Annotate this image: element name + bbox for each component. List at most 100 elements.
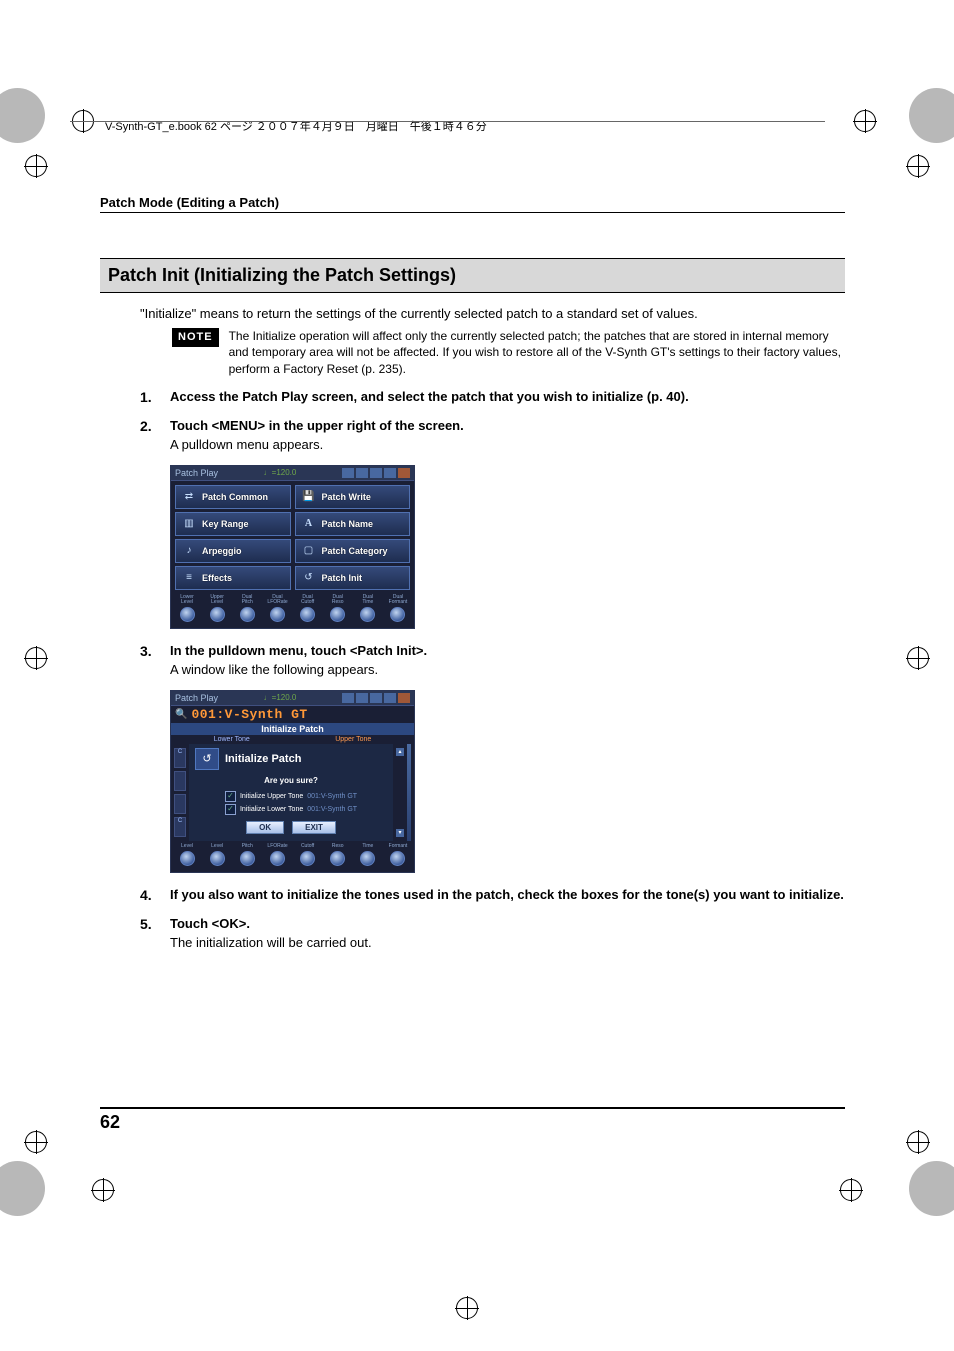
menu-arpeggio[interactable]: ♪Arpeggio xyxy=(175,539,291,563)
registration-mark xyxy=(907,155,929,177)
toolbar-icon[interactable] xyxy=(398,693,410,703)
tab-upper-tone[interactable]: Upper Tone xyxy=(293,735,415,744)
registration-mark xyxy=(907,647,929,669)
menu-effects[interactable]: ≡Effects xyxy=(175,566,291,590)
check-value: 001:V-Synth GT xyxy=(307,806,357,813)
checkbox-icon[interactable]: ✓ xyxy=(225,804,236,815)
toolbar-icon[interactable] xyxy=(398,468,410,478)
dialog-titlebar: Initialize Patch xyxy=(171,723,414,735)
dialog-panel: ↺ Initialize Patch Are you sure? ✓ Initi… xyxy=(189,744,393,841)
knob-dial[interactable] xyxy=(360,851,375,866)
registration-mark xyxy=(854,110,876,132)
knob-dial[interactable] xyxy=(240,851,255,866)
init-icon: ↺ xyxy=(195,748,219,770)
effects-icon: ≡ xyxy=(179,569,199,587)
knob-dial[interactable] xyxy=(270,851,285,866)
toolbar-icon[interactable] xyxy=(384,693,396,703)
scroll-up-icon[interactable]: ▴ xyxy=(396,748,404,756)
knob-dial[interactable] xyxy=(300,607,315,622)
menu-patch-write[interactable]: 💾Patch Write xyxy=(295,485,411,509)
tempo-display: ♩=120.0 xyxy=(264,693,297,703)
registration-mark xyxy=(25,1131,47,1153)
step-title: If you also want to initialize the tones… xyxy=(170,887,844,902)
sidebar-button[interactable] xyxy=(174,794,186,814)
intro-text: "Initialize" means to return the setting… xyxy=(140,305,845,323)
keyboard-icon: ▥ xyxy=(179,515,199,533)
menu-label: Patch Write xyxy=(322,492,371,502)
knob-dial[interactable] xyxy=(210,851,225,866)
step-title: Access the Patch Play screen, and select… xyxy=(170,389,689,404)
registration-mark xyxy=(456,1297,478,1319)
registration-mark xyxy=(25,647,47,669)
ok-button[interactable]: OK xyxy=(246,821,284,834)
check-row-lower[interactable]: ✓ Initialize Lower Tone 001:V-Synth GT xyxy=(195,804,387,815)
knob-dial[interactable] xyxy=(390,607,405,622)
step-4: 4. If you also want to initialize the to… xyxy=(140,885,845,906)
knob-dial[interactable] xyxy=(300,851,315,866)
note-text: The Initialize operation will affect onl… xyxy=(229,328,845,377)
knob-dial[interactable] xyxy=(330,607,345,622)
section-header: Patch Mode (Editing a Patch) xyxy=(100,195,845,213)
dialog-header: Initialize Patch xyxy=(225,753,301,765)
knob-dial[interactable] xyxy=(360,607,375,622)
arpeggio-icon: ♪ xyxy=(179,542,199,560)
knob-dial[interactable] xyxy=(180,851,195,866)
category-icon: ▢ xyxy=(299,542,319,560)
disk-icon: 💾 xyxy=(299,488,319,506)
knob-label: Dual Pitch xyxy=(237,595,257,605)
search-icon[interactable]: 🔍 xyxy=(175,709,187,720)
sliders-icon: ⇄ xyxy=(179,488,199,506)
toolbar-icon[interactable] xyxy=(370,468,382,478)
book-header-text: V-Synth-GT_e.book 62 ページ ２００７年４月９日 月曜日 午… xyxy=(105,121,487,133)
toolbar-icon[interactable] xyxy=(384,468,396,478)
knob-label: Level xyxy=(177,844,197,849)
knob-dial[interactable] xyxy=(180,607,195,622)
sidebar-button[interactable]: C xyxy=(174,817,186,837)
menu-patch-name[interactable]: APatch Name xyxy=(295,512,411,536)
toolbar-icon[interactable] xyxy=(342,468,354,478)
knob-dial[interactable] xyxy=(240,607,255,622)
knob-dial[interactable] xyxy=(270,607,285,622)
toolbar-icon[interactable] xyxy=(356,468,368,478)
menu-label: Effects xyxy=(202,573,232,583)
page-number: 62 xyxy=(100,1107,845,1133)
toolbar-icon[interactable] xyxy=(342,693,354,703)
page-content: Patch Mode (Editing a Patch) Patch Init … xyxy=(100,195,845,957)
sidebar-button[interactable]: C xyxy=(174,748,186,768)
sidebar-button[interactable] xyxy=(174,771,186,791)
page-title: Patch Init (Initializing the Patch Setti… xyxy=(100,258,845,293)
checkbox-icon[interactable]: ✓ xyxy=(225,791,236,802)
check-row-upper[interactable]: ✓ Initialize Upper Tone 001:V-Synth GT xyxy=(195,791,387,802)
confirmation-text: Are you sure? xyxy=(195,776,387,785)
check-label: Initialize Lower Tone xyxy=(240,806,303,813)
knob-dial[interactable] xyxy=(330,851,345,866)
decorative-circle xyxy=(909,88,954,143)
knob-label: Dual LFORate xyxy=(267,595,287,605)
init-icon: ↺ xyxy=(299,569,319,587)
step-subtext: The initialization will be carried out. xyxy=(170,933,845,953)
step-subtext: A pulldown menu appears. xyxy=(170,435,845,455)
tempo-display: ♩=120.0 xyxy=(264,468,297,478)
step-number: 2. xyxy=(140,416,156,455)
knob-dial[interactable] xyxy=(390,851,405,866)
menu-patch-category[interactable]: ▢Patch Category xyxy=(295,539,411,563)
decorative-circle xyxy=(909,1161,954,1216)
toolbar-icon[interactable] xyxy=(356,693,368,703)
scrollbar[interactable]: ▴ ▾ xyxy=(396,744,404,841)
check-label: Initialize Upper Tone xyxy=(240,793,303,800)
menu-patch-common[interactable]: ⇄Patch Common xyxy=(175,485,291,509)
knob-dial[interactable] xyxy=(210,607,225,622)
menu-key-range[interactable]: ▥Key Range xyxy=(175,512,291,536)
scroll-down-icon[interactable]: ▾ xyxy=(396,829,404,837)
menu-label: Patch Common xyxy=(202,492,268,502)
toolbar-icon[interactable] xyxy=(370,693,382,703)
patch-name-display: 001:V-Synth GT xyxy=(191,707,307,722)
exit-button[interactable]: EXIT xyxy=(292,821,336,834)
menu-patch-init[interactable]: ↺Patch Init xyxy=(295,566,411,590)
screenshot-menu: Patch Play ♩=120.0 ⇄Patch Common ▥Key Ra… xyxy=(170,465,415,629)
registration-mark xyxy=(907,1131,929,1153)
note-block: NOTE The Initialize operation will affec… xyxy=(172,328,845,377)
knob-label: Upper Level xyxy=(207,595,227,605)
tab-lower-tone[interactable]: Lower Tone xyxy=(171,735,293,744)
menu-label: Patch Category xyxy=(322,546,388,556)
